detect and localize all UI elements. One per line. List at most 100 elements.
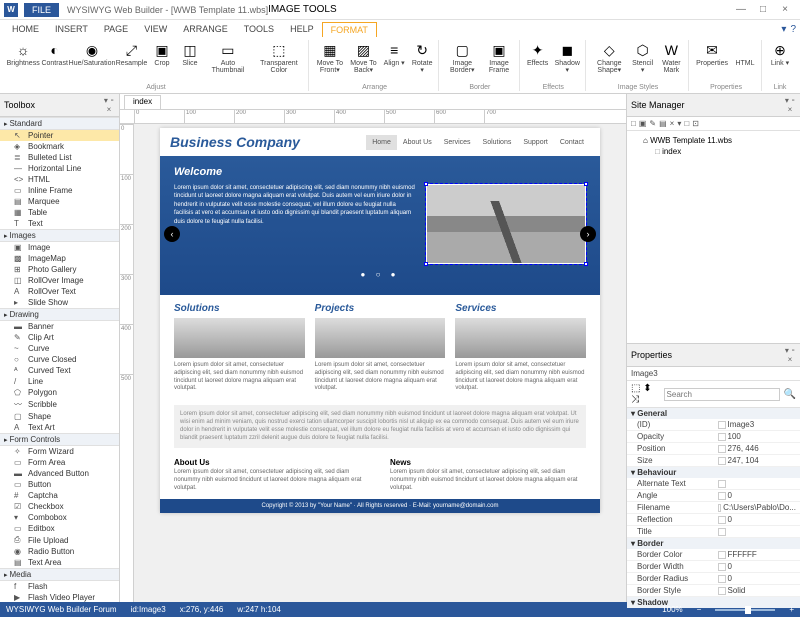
toolbox-item-captcha[interactable]: #Captcha [0, 490, 119, 501]
ribbon-rotate-[interactable]: ↻Rotate ▾ [409, 40, 435, 75]
toolbox-item-flash[interactable]: fFlash [0, 581, 119, 592]
prop-category[interactable]: Border [627, 538, 800, 549]
prop-value[interactable] [714, 526, 800, 537]
menu-tab-view[interactable]: VIEW [136, 22, 175, 37]
prop-row[interactable]: Border Radius 0 [627, 573, 800, 585]
toolbox-item-image[interactable]: ▣Image [0, 242, 119, 253]
column-title[interactable]: Projects [315, 303, 446, 314]
nav-item[interactable]: Solutions [477, 135, 518, 150]
prop-value[interactable]: 100 [714, 431, 800, 442]
toolbox-item-html[interactable]: <>HTML [0, 174, 119, 185]
zoom-in-icon[interactable]: + [789, 605, 794, 614]
properties-header[interactable]: Properties ▾ ⁃ × [627, 344, 800, 367]
ruler-horizontal[interactable]: 0100200300400500600700 [120, 110, 626, 124]
prop-value[interactable]: Image3 [714, 419, 800, 430]
ribbon-link-[interactable]: ⊕Link ▾ [767, 40, 793, 68]
lower-text[interactable]: Lorem ipsum dolor sit amet, consectetuer… [174, 469, 370, 492]
toolbox-item-horizontal-line[interactable]: —Horizontal Line [0, 163, 119, 174]
ribbon-collapse-icon[interactable]: ▾ [781, 24, 786, 35]
status-forum-link[interactable]: WYSIWYG Web Builder Forum [6, 605, 117, 614]
toolbox-item-scribble[interactable]: 〰Scribble [0, 398, 119, 411]
ribbon-move-to-back-[interactable]: ▨Move To Back▾ [348, 40, 379, 75]
prop-value[interactable]: 0 [714, 514, 800, 525]
document-tab[interactable]: index [124, 95, 161, 109]
toolbox-item-file-upload[interactable]: ⎙File Upload [0, 534, 119, 546]
ribbon-shadow-[interactable]: ◼Shadow ▾ [553, 40, 582, 75]
menu-tab-help[interactable]: HELP [282, 22, 322, 37]
toolbox-item-bulleted-list[interactable]: ≣Bulleted List [0, 152, 119, 163]
toolbox-item-curve-closed[interactable]: ○Curve Closed [0, 354, 119, 365]
prop-category[interactable]: Shadow [627, 597, 800, 608]
prop-row[interactable]: Opacity 100 [627, 431, 800, 443]
ribbon-move-to-front-[interactable]: ▦Move To Front▾ [314, 40, 346, 75]
grey-text-block[interactable]: Lorem ipsum dolor sit amet, consectetuer… [174, 405, 586, 448]
help-icon[interactable]: ? [790, 24, 796, 35]
content-column[interactable]: ServicesLorem ipsum dolor sit amet, cons… [455, 303, 586, 393]
column-title[interactable]: Services [455, 303, 586, 314]
ruler-vertical[interactable]: 0100200300400500 [120, 124, 134, 602]
ribbon-brightness[interactable]: ☼Brightness [7, 40, 39, 68]
toolbox-category[interactable]: Media [0, 568, 119, 581]
menu-tab-arrange[interactable]: ARRANGE [175, 22, 236, 37]
hero-section[interactable]: Welcome Lorem ipsum dolor sit amet, cons… [160, 156, 600, 295]
sm-toolbar-icon[interactable]: □ [631, 119, 636, 128]
hero-title[interactable]: Welcome [174, 166, 586, 178]
prop-row[interactable]: Border Color FFFFFF [627, 549, 800, 561]
sort-icons[interactable]: ⬚ ⬍ ⤨ [631, 383, 660, 405]
content-column[interactable]: ProjectsLorem ipsum dolor sit amet, cons… [315, 303, 446, 393]
panel-menu-icon[interactable]: ▾ ⁃ × [784, 346, 796, 364]
lower-text[interactable]: Lorem ipsum dolor sit amet, consectetuer… [390, 469, 586, 492]
ribbon-properties[interactable]: ✉Properties [694, 40, 730, 68]
menu-tab-format[interactable]: FORMAT [322, 22, 377, 37]
toolbox-item-banner[interactable]: ▬Banner [0, 321, 119, 332]
panel-menu-icon[interactable]: ▾ ⁃ × [784, 96, 796, 114]
menu-tab-home[interactable]: HOME [4, 22, 47, 37]
menu-tab-tools[interactable]: TOOLS [236, 22, 282, 37]
prop-row[interactable]: Alternate Text [627, 478, 800, 490]
prop-category[interactable]: Behaviour [627, 467, 800, 478]
ribbon-stencil-[interactable]: ⬡Stencil ▾ [630, 40, 656, 75]
ribbon-auto-thumbnail[interactable]: ▭Auto Thumbnail [205, 40, 251, 75]
ribbon-effects[interactable]: ✦Effects [525, 40, 551, 68]
ribbon-slice[interactable]: ◫Slice [177, 40, 203, 68]
ribbon-change-shape-[interactable]: ◇Change Shape▾ [591, 40, 628, 75]
sm-toolbar-icon[interactable]: × [670, 119, 675, 128]
sm-toolbar-icon[interactable]: □ [684, 119, 689, 128]
prop-row[interactable]: Border Style Solid [627, 585, 800, 597]
selection-handles[interactable] [425, 183, 587, 265]
nav-item[interactable]: Contact [554, 135, 590, 150]
menu-tab-page[interactable]: PAGE [96, 22, 136, 37]
design-canvas[interactable]: Business Company Home About Us Services Sol… [134, 124, 626, 602]
column-text[interactable]: Lorem ipsum dolor sit amet, consectetuer… [174, 362, 305, 393]
lower-title[interactable]: About Us [174, 458, 370, 467]
column-image[interactable] [315, 318, 446, 358]
zoom-out-icon[interactable]: − [697, 605, 702, 614]
prop-value[interactable]: Solid [714, 585, 800, 596]
prop-row[interactable]: Title [627, 526, 800, 538]
zoom-value[interactable]: 100% [662, 605, 682, 614]
minimize-button[interactable]: — [730, 4, 752, 15]
close-button[interactable]: × [774, 4, 796, 15]
toolbox-item-flash-video-player[interactable]: ▶Flash Video Player [0, 592, 119, 602]
sm-toolbar-icon[interactable]: ▾ [677, 119, 681, 128]
ribbon-image-frame[interactable]: ▣Image Frame [482, 40, 515, 75]
toolbox-item-combobox[interactable]: ▾Combobox [0, 512, 119, 523]
nav-item[interactable]: Home [366, 135, 397, 150]
page-logo[interactable]: Business Company [170, 134, 366, 150]
prop-row[interactable]: Filename C:\Users\Pablo\Do... [627, 502, 800, 514]
prop-row[interactable]: Border Width 0 [627, 561, 800, 573]
site-tree[interactable]: WWB Template 11.wbs index [627, 131, 800, 343]
hero-text[interactable]: Lorem ipsum dolor sit amet, consectetuer… [174, 184, 416, 264]
ribbon-align-[interactable]: ≡Align ▾ [381, 40, 407, 68]
column-title[interactable]: Solutions [174, 303, 305, 314]
maximize-button[interactable]: □ [752, 4, 774, 15]
toolbox-item-curved-text[interactable]: ᴬCurved Text [0, 365, 119, 376]
toolbox-item-polygon[interactable]: ⬠Polygon [0, 387, 119, 398]
toolbox-item-slide-show[interactable]: ▸Slide Show [0, 297, 119, 308]
toolbox-item-curve[interactable]: ~Curve [0, 343, 119, 354]
content-column[interactable]: Solutions Lorem ipsum dolor sit amet, con… [174, 303, 305, 393]
prop-value[interactable]: FFFFFF [714, 549, 800, 560]
prop-value[interactable]: C:\Users\Pablo\Do... [714, 502, 800, 513]
color-swatch[interactable] [718, 551, 726, 559]
prop-value[interactable]: 276, 446 [714, 443, 800, 454]
